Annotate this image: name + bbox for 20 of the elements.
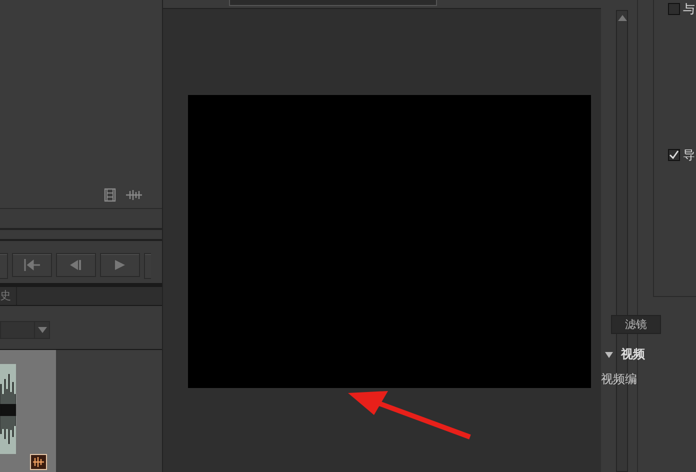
waveform-icon[interactable] bbox=[126, 188, 142, 201]
scroll-up-icon[interactable] bbox=[618, 15, 626, 21]
play-button[interactable] bbox=[100, 253, 140, 278]
option-label: 导 bbox=[683, 146, 695, 164]
dropdown-arrow-icon bbox=[38, 326, 46, 333]
section-title: 视频 bbox=[621, 346, 645, 363]
play-icon bbox=[113, 259, 127, 272]
checkbox[interactable] bbox=[668, 149, 680, 161]
option-label: 与 bbox=[683, 0, 695, 18]
audio-badge-icon bbox=[30, 454, 47, 470]
step-back-icon bbox=[69, 259, 83, 272]
dropdown[interactable] bbox=[0, 320, 50, 339]
step-in-button[interactable] bbox=[12, 253, 52, 278]
filters-tab[interactable]: 滤镜 bbox=[611, 315, 661, 334]
checkbox[interactable] bbox=[668, 3, 680, 15]
film-icon[interactable] bbox=[104, 188, 116, 202]
step-in-icon bbox=[23, 259, 41, 272]
collapse-triangle-icon[interactable] bbox=[605, 352, 613, 358]
step-back-button[interactable] bbox=[56, 253, 96, 278]
field-label: 视频编 bbox=[601, 371, 638, 388]
